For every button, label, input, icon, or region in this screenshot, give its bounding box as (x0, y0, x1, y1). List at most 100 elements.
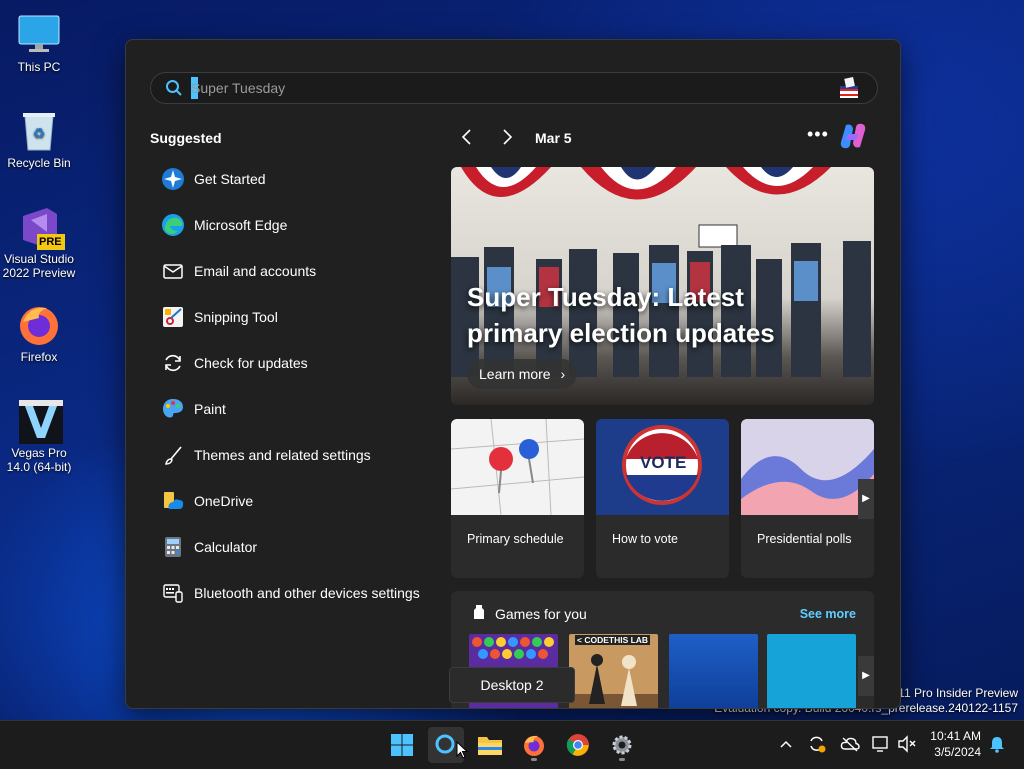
notifications-button[interactable] (986, 733, 1008, 755)
svg-text:♻: ♻ (33, 125, 46, 141)
desktop-icon-vegas-pro[interactable]: Vegas Pro 14.0 (64-bit) (0, 390, 78, 474)
learn-more-label: Learn more (479, 366, 551, 382)
firefox-button[interactable] (516, 727, 552, 763)
learn-more-button[interactable]: Learn more › (467, 359, 578, 389)
desktop-icon-this-pc[interactable]: This PC (0, 4, 78, 74)
windows-logo-icon (391, 734, 413, 756)
chevron-left-icon (461, 129, 471, 145)
card-primary-schedule[interactable]: Primary schedule (451, 419, 584, 578)
game-controller-icon (471, 604, 487, 625)
desktop-icon-label: Visual Studio 2022 Preview (2, 252, 76, 280)
calculator-icon (160, 534, 186, 560)
running-indicator (619, 758, 625, 761)
desktop-icon-firefox[interactable]: Firefox (0, 294, 78, 364)
copilot-button[interactable] (838, 121, 868, 156)
game-tile-blue[interactable] (669, 634, 758, 708)
hero-story[interactable]: Super Tuesday: Latest primary election u… (451, 167, 874, 405)
desktop-icon-label: This PC (17, 60, 61, 74)
search-panel: Super Tuesday Suggested Get Started Micr… (125, 39, 901, 709)
folder-icon (478, 737, 502, 755)
network-tray-button[interactable] (870, 733, 892, 755)
devices-icon (160, 580, 186, 606)
recycle-bin-icon: ♻ (17, 108, 61, 152)
vote-button-image: VOTE (596, 419, 729, 515)
previous-day-button[interactable] (459, 127, 475, 150)
highlights-date: Mar 5 (535, 130, 572, 146)
games-next-button[interactable]: ▶ (858, 656, 874, 696)
search-input[interactable]: Super Tuesday (191, 80, 285, 96)
running-indicator (531, 758, 537, 761)
mail-icon (160, 258, 186, 284)
onedrive-tray-button[interactable] (839, 733, 861, 755)
monitor-icon (17, 12, 61, 56)
suggested-item-label: Microsoft Edge (194, 217, 288, 233)
more-options-button[interactable]: ••• (807, 124, 829, 145)
watermark-line1: s 11 Pro Insider Preview (888, 686, 1018, 700)
copilot-icon (840, 123, 866, 149)
volume-muted-icon (898, 735, 916, 753)
game-tile-chess[interactable]: < CODETHIS LAB (569, 634, 658, 708)
game-tile-text: < CODETHIS LAB (575, 635, 651, 645)
vegas-pro-icon (17, 398, 63, 444)
suggested-item-label: Check for updates (194, 355, 308, 371)
cloud-offline-icon (840, 737, 860, 752)
chevron-up-icon (780, 740, 792, 748)
chrome-button[interactable] (560, 727, 596, 763)
start-button[interactable] (384, 727, 420, 763)
desktop-tooltip: Desktop 2 (449, 667, 575, 703)
card-label: Primary schedule (467, 532, 564, 546)
suggested-item-themes[interactable]: Themes and related settings (150, 435, 440, 475)
volume-tray-button[interactable] (896, 733, 918, 755)
firefox-icon (17, 302, 61, 346)
card-presidential-polls[interactable]: Presidential polls ▶ (741, 419, 874, 578)
taskbar: 10:41 AM 3/5/2024 (0, 720, 1024, 769)
search-button[interactable] (428, 727, 469, 763)
suggested-item-label: Themes and related settings (194, 447, 371, 463)
next-day-button[interactable] (499, 127, 515, 150)
suggested-item-label: OneDrive (194, 493, 254, 509)
onedrive-icon (160, 488, 186, 514)
preview-badge: PRE (39, 236, 62, 248)
paint-icon (160, 396, 186, 422)
edge-icon (160, 212, 186, 238)
card-how-to-vote[interactable]: VOTE How to vote (596, 419, 729, 578)
see-more-link[interactable]: See more (800, 607, 856, 621)
suggested-item-calculator[interactable]: Calculator (150, 527, 440, 567)
polls-chart-image (741, 419, 874, 515)
card-label: How to vote (612, 532, 679, 546)
game-tile-teal[interactable] (767, 634, 856, 708)
desktop-icon-recycle-bin[interactable]: ♻ Recycle Bin (0, 100, 78, 170)
sync-tray-button[interactable] (806, 733, 828, 755)
ballot-box-icon (837, 76, 861, 105)
chevron-right-icon (503, 129, 513, 145)
show-hidden-icons-button[interactable] (775, 733, 797, 755)
more-dots-icon: ••• (807, 124, 829, 144)
suggested-item-onedrive[interactable]: OneDrive (150, 481, 440, 521)
suggested-item-email-accounts[interactable]: Email and accounts (150, 251, 440, 291)
clock-date: 3/5/2024 (934, 745, 981, 759)
suggested-item-snipping-tool[interactable]: Snipping Tool (150, 297, 440, 337)
desktop-icon-visual-studio[interactable]: PRE Visual Studio 2022 Preview (0, 196, 78, 280)
cards-next-button[interactable]: ▶ (858, 479, 874, 519)
desktop-icon-label: Recycle Bin (7, 156, 71, 170)
suggested-item-check-updates[interactable]: Check for updates (150, 343, 440, 383)
card-label: Presidential polls (757, 532, 852, 546)
chevron-right-icon: › (560, 366, 566, 382)
visual-studio-icon: PRE (17, 204, 65, 250)
refresh-icon (160, 350, 186, 376)
suggested-item-edge[interactable]: Microsoft Edge (150, 205, 440, 245)
suggested-item-label: Email and accounts (194, 263, 317, 279)
suggested-item-label: Calculator (194, 539, 258, 555)
suggested-item-label: Paint (194, 401, 226, 417)
search-box[interactable]: Super Tuesday (150, 72, 878, 104)
suggested-item-bluetooth-devices[interactable]: Bluetooth and other devices settings (150, 573, 440, 613)
suggested-item-label: Snipping Tool (194, 309, 278, 325)
clock[interactable]: 10:41 AM 3/5/2024 (930, 728, 981, 760)
file-explorer-button[interactable] (472, 727, 508, 763)
snipping-tool-icon (160, 304, 186, 330)
suggested-item-paint[interactable]: Paint (150, 389, 440, 429)
games-title: Games for you (495, 606, 587, 622)
search-icon (165, 79, 183, 102)
suggested-item-get-started[interactable]: Get Started (150, 159, 440, 199)
settings-button[interactable] (604, 727, 640, 763)
